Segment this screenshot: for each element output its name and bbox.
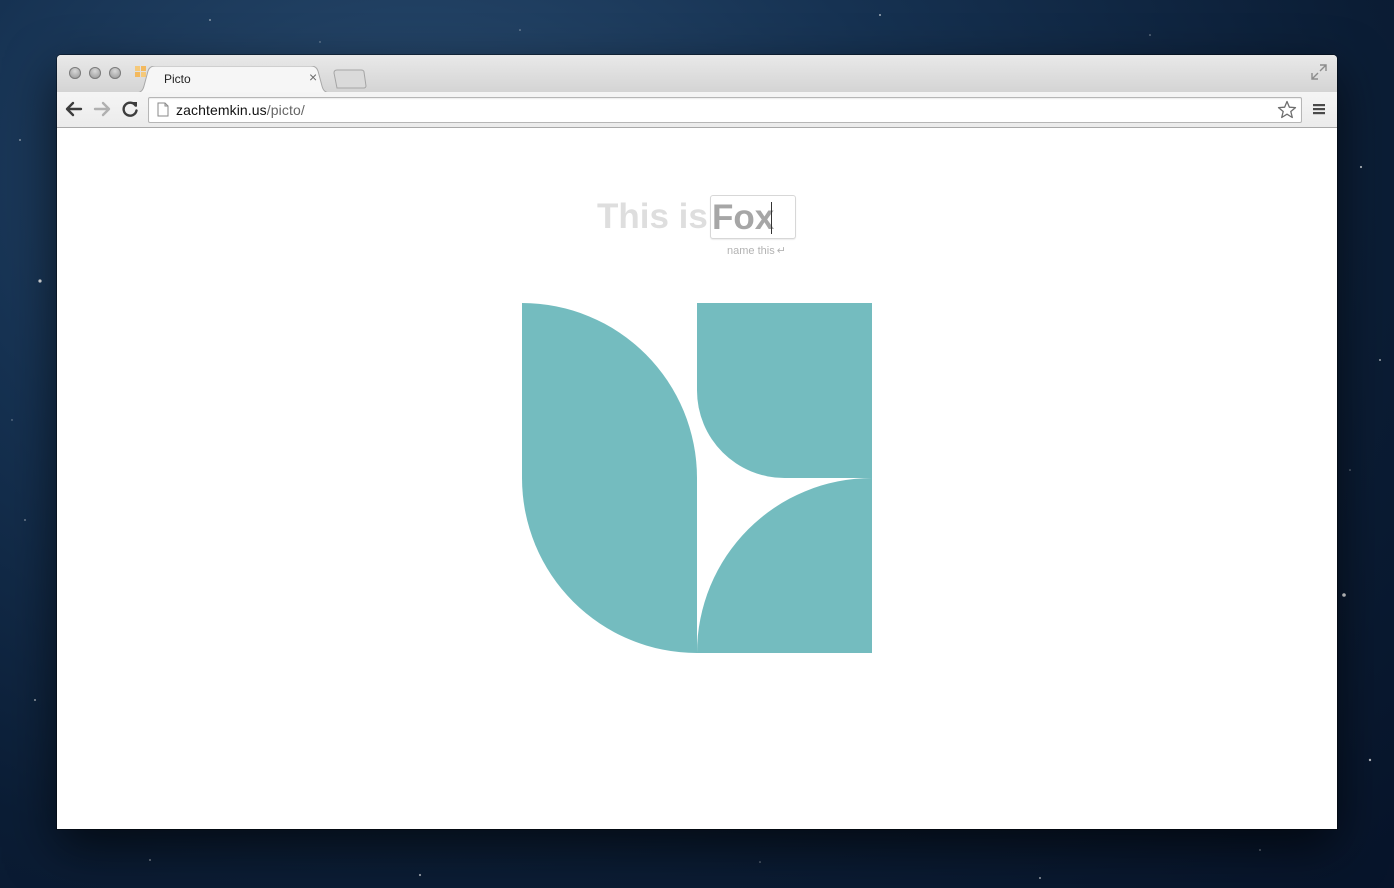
url-path: /picto/ bbox=[266, 102, 305, 118]
name-hint: name this ↵ bbox=[727, 244, 786, 257]
browser-toolbar: zachtemkin.us/picto/ bbox=[57, 92, 1337, 128]
arrow-left-icon[interactable] bbox=[63, 98, 85, 120]
star-icon[interactable] bbox=[1277, 100, 1297, 120]
reload-icon[interactable] bbox=[119, 98, 141, 120]
tab-close-icon[interactable]: × bbox=[309, 69, 317, 85]
page-heading: This is bbox=[597, 197, 708, 236]
close-window-button[interactable] bbox=[69, 67, 81, 79]
tab-picto[interactable]: Picto × bbox=[135, 66, 331, 93]
browser-window: Picto × zachtemkin.us/picto/ This is Fox… bbox=[57, 55, 1337, 829]
arrow-right-icon[interactable] bbox=[91, 98, 113, 120]
browser-titlebar: Picto × bbox=[57, 55, 1337, 93]
url-text: zachtemkin.us/picto/ bbox=[176, 102, 305, 118]
zoom-window-button[interactable] bbox=[109, 67, 121, 79]
picto-bottom-right-quarter bbox=[697, 478, 872, 653]
hamburger-menu-icon[interactable] bbox=[1310, 100, 1328, 118]
picto-favicon-icon bbox=[135, 66, 146, 77]
minimize-window-button[interactable] bbox=[89, 67, 101, 79]
name-hint-text: name this bbox=[727, 245, 775, 257]
return-key-icon: ↵ bbox=[776, 245, 786, 257]
name-input-field[interactable]: Fox bbox=[710, 195, 796, 239]
picto-top-right-quarter bbox=[697, 303, 872, 478]
address-bar[interactable]: zachtemkin.us/picto/ bbox=[148, 97, 1302, 123]
new-tab-button[interactable] bbox=[333, 69, 367, 89]
document-page-icon bbox=[157, 102, 169, 117]
picto-left-leaf bbox=[522, 303, 697, 653]
text-cursor bbox=[771, 202, 772, 234]
name-input-value: Fox bbox=[712, 198, 775, 237]
page-content: This is Fox name this ↵ bbox=[57, 128, 1337, 829]
tab-title: Picto bbox=[164, 72, 191, 86]
fullscreen-icon[interactable] bbox=[1310, 63, 1328, 81]
picto-fox-graphic bbox=[522, 303, 872, 653]
url-host: zachtemkin.us bbox=[176, 102, 267, 118]
